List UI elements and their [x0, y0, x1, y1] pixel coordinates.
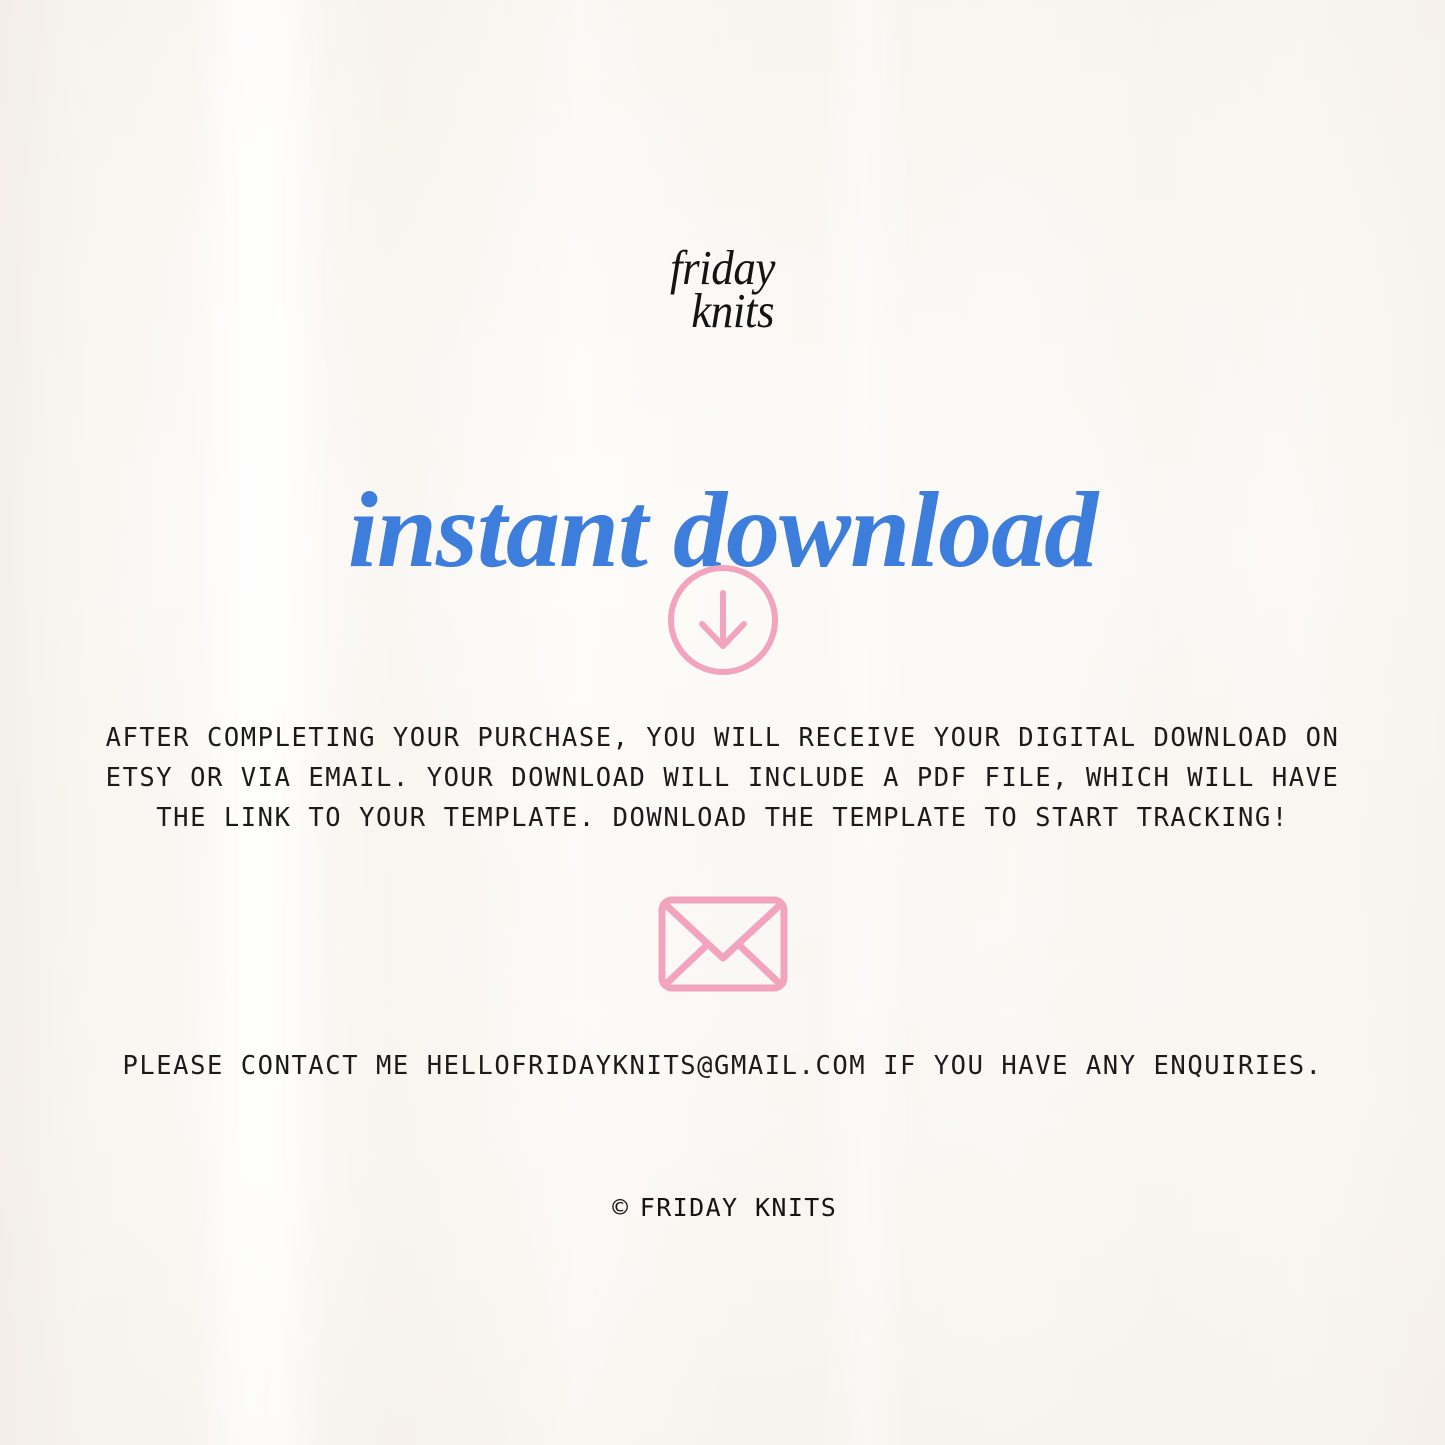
- copyright-footer: © FRIDAY KNITS: [0, 1193, 1445, 1222]
- brand-logo-line-knits: knits: [691, 283, 775, 338]
- brand-logo: friday knits: [0, 243, 1445, 335]
- poster-content: friday knits instant download AFTER COMP…: [0, 0, 1445, 1445]
- download-arrow-circle-icon: [665, 562, 781, 678]
- copyright-label: FRIDAY KNITS: [639, 1193, 838, 1222]
- envelope-icon: [658, 896, 788, 992]
- instructions-paragraph: AFTER COMPLETING YOUR PURCHASE, YOU WILL…: [105, 722, 1340, 833]
- poster-canvas: friday knits instant download AFTER COMP…: [0, 0, 1445, 1445]
- contact-paragraph: PLEASE CONTACT ME HELLOFRIDAYKNITS@GMAIL…: [122, 1050, 1323, 1081]
- copyright-icon: ©: [612, 1192, 630, 1223]
